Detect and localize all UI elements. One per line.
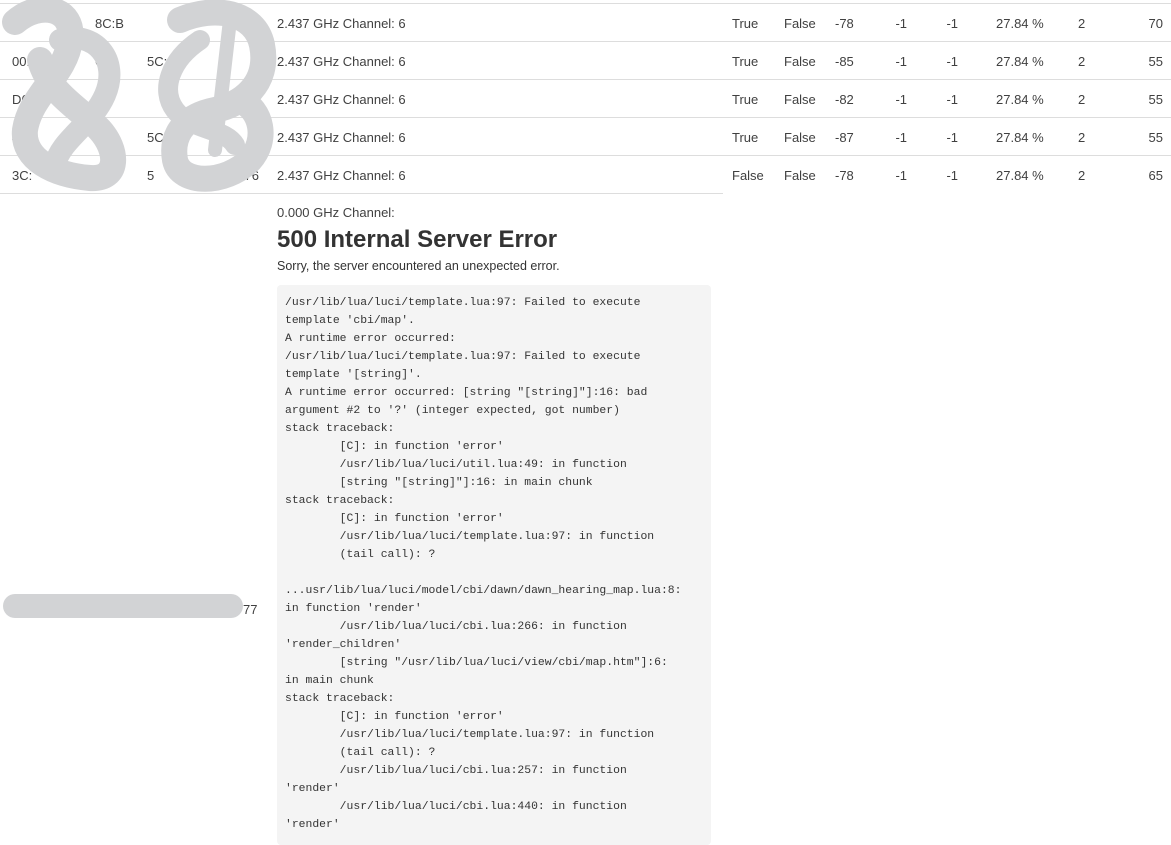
table-row: 0 8C:B F 2.437 GHz Channel: 6 True False -78 -1…	[0, 4, 1171, 42]
frequency-cell: 2.437 GHz Channel: 6	[277, 16, 406, 31]
frequency-cell: 2.437 GHz Channel: 6	[277, 168, 406, 183]
ht-support-cell: True	[732, 92, 759, 107]
ht-support-cell: False	[732, 168, 764, 183]
rsni-cell: -1	[946, 16, 958, 31]
table-row: 00:07: C 5C: 6 2.437 GHz Channel: 6 True False…	[0, 42, 1171, 80]
bssid-cell: 0	[12, 16, 20, 31]
rcpi-cell: -1	[895, 92, 907, 107]
station-count-cell: 2	[1078, 168, 1086, 183]
station-count-cell: 2	[1078, 16, 1086, 31]
bssid-cell: 00:07:	[12, 54, 49, 69]
frequency-cell: 0.000 GHz Channel:	[277, 205, 395, 220]
bssid-cell: 3C:	[12, 168, 33, 183]
bssid-cell: D6:	[12, 92, 33, 107]
frequency-cell: 2.437 GHz Channel: 6	[277, 130, 406, 145]
ap-bssid-cell: 5C:	[147, 54, 168, 69]
ap-bssid-cell-fragment: 6	[225, 54, 233, 69]
channel-utilization-cell: 27.84 %	[996, 54, 1044, 69]
score-cell: 55	[1148, 130, 1163, 145]
bssid-cell-fragment: C	[95, 130, 105, 145]
channel-utilization-cell: 27.84 %	[996, 16, 1044, 31]
ht-support-cell: True	[732, 54, 759, 69]
rcpi-cell: -1	[895, 54, 907, 69]
station-count-cell: 2	[1078, 54, 1086, 69]
table-row: 4 C 5C 7 2.437 GHz Channel: 6 True False -87 -1 -…	[0, 118, 1171, 156]
error-message: Sorry, the server encountered an unexpec…	[277, 259, 560, 273]
rcpi-cell: -1	[895, 168, 907, 183]
error-title: 500 Internal Server Error	[277, 226, 558, 253]
station-count-cell: 2	[1078, 130, 1086, 145]
score-cell: 65	[1148, 168, 1163, 183]
rsni-cell: -1	[946, 168, 958, 183]
signal-cell: -85	[835, 54, 854, 69]
channel-utilization-cell: 27.84 %	[996, 130, 1044, 145]
ht-support-cell: True	[732, 16, 759, 31]
signal-cell: -87	[835, 130, 854, 145]
mac-address-tail: 77	[243, 602, 258, 617]
table-row: 3C: 5 B5:76 2.437 GHz Channel: 6 False False -…	[0, 156, 1171, 194]
ap-bssid-cell-fragment: 4:F	[225, 92, 244, 107]
vht-support-cell: False	[784, 54, 816, 69]
bssid-cell-fragment: C	[95, 54, 105, 69]
score-cell: 70	[1148, 16, 1163, 31]
redacted-mac-bar	[3, 594, 243, 618]
ap-bssid-cell-fragment: F	[225, 16, 233, 31]
vht-support-cell: False	[784, 92, 816, 107]
row-divider	[0, 193, 723, 194]
ap-bssid-cell: 5C	[147, 130, 164, 145]
signal-cell: -78	[835, 16, 854, 31]
ht-support-cell: True	[732, 130, 759, 145]
rcpi-cell: -1	[895, 16, 907, 31]
station-count-cell: 2	[1078, 92, 1086, 107]
score-cell: 55	[1148, 54, 1163, 69]
rcpi-cell: -1	[895, 130, 907, 145]
signal-cell: -78	[835, 168, 854, 183]
rsni-cell: -1	[946, 92, 958, 107]
error-stack-trace: /usr/lib/lua/luci/template.lua:97: Faile…	[277, 285, 711, 845]
channel-utilization-cell: 27.84 %	[996, 168, 1044, 183]
table-row: D6: F5 4:F 2.437 GHz Channel: 6 True False -82…	[0, 80, 1171, 118]
vht-support-cell: False	[784, 130, 816, 145]
ap-bssid-cell-fragment: 7	[225, 130, 233, 145]
vht-support-cell: False	[784, 16, 816, 31]
frequency-cell: 2.437 GHz Channel: 6	[277, 54, 406, 69]
score-cell: 55	[1148, 92, 1163, 107]
rsni-cell: -1	[946, 54, 958, 69]
ap-bssid-cell: 5	[147, 168, 155, 183]
bssid-cell: 4	[12, 130, 20, 145]
bssid-cell-fragment: 8C:B	[95, 16, 124, 31]
channel-utilization-cell: 27.84 %	[996, 92, 1044, 107]
frequency-cell: 2.437 GHz Channel: 6	[277, 92, 406, 107]
signal-cell: -82	[835, 92, 854, 107]
ap-bssid-cell-fragment: B5:76	[225, 168, 259, 183]
vht-support-cell: False	[784, 168, 816, 183]
rsni-cell: -1	[946, 130, 958, 145]
bssid-cell-fragment: F5	[95, 92, 111, 107]
